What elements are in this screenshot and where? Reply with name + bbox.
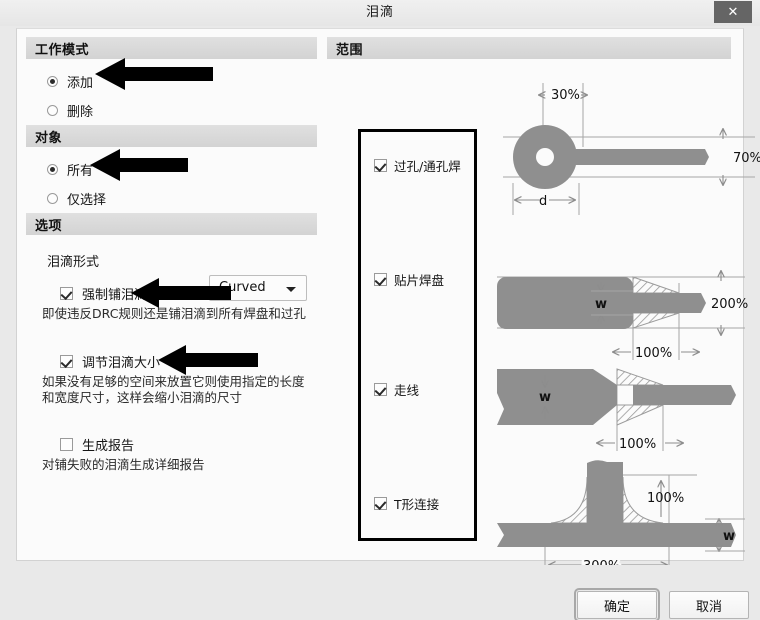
smd-right-label: 200%	[711, 297, 748, 312]
annotation-arrow-force-teardrops	[131, 278, 231, 308]
t-vertical-label: 100%	[647, 491, 684, 506]
via-bottom-label: d	[539, 194, 547, 209]
smd-pad-diagram: w 200% 100%	[497, 271, 748, 361]
t-junction-diagram: 100% 300% w	[497, 460, 745, 577]
section-header-options: 选项	[26, 213, 317, 235]
t-right-label: w	[723, 529, 735, 544]
checkbox-indicator[interactable]	[374, 497, 387, 510]
teardrop-dialog: 泪滴 ✕ 工作模式 添加 删除 对象 所有 仅选择 选项 泪滴形式 Curved…	[0, 0, 760, 620]
radio-object-selected-only[interactable]: 仅选择	[47, 189, 106, 208]
scope-checkbox-group: 过孔/通孔焊 贴片焊盘 走线 T形连接	[358, 129, 477, 541]
checkbox-indicator[interactable]	[60, 287, 73, 300]
annotation-arrow-all	[90, 149, 188, 181]
diagram-svg: 30% 70% d w 200% 100% w 100% 100% w	[497, 83, 760, 577]
teardrop-style-label: 泪滴形式	[47, 255, 100, 270]
checkbox-track[interactable]: 走线	[374, 380, 419, 399]
checkbox-generate-report[interactable]: 生成报告	[60, 435, 134, 454]
radio-indicator[interactable]	[47, 105, 58, 116]
checkbox-indicator[interactable]	[374, 273, 387, 286]
adjust-teardrop-size-description: 如果没有足够的空间来放置它则使用指定的长度和宽度尺寸，这样会缩小泪滴的尺寸	[42, 374, 305, 405]
radio-work-mode-add[interactable]: 添加	[47, 72, 93, 91]
chevron-down-icon[interactable]	[286, 287, 296, 292]
radio-object-all[interactable]: 所有	[47, 160, 93, 179]
via-diagram: 30% 70% d	[503, 83, 760, 215]
cancel-button[interactable]: 取消	[669, 591, 749, 619]
section-header-object: 对象	[26, 125, 317, 147]
track-diagram: w 100%	[497, 368, 736, 452]
annotation-arrow-add	[95, 58, 213, 90]
checkbox-t-junction[interactable]: T形连接	[374, 494, 439, 513]
smd-bottom-label: 100%	[635, 346, 672, 361]
checkbox-indicator[interactable]	[60, 438, 73, 451]
checkbox-indicator[interactable]	[60, 355, 73, 368]
window-title: 泪滴	[365, 5, 394, 20]
checkbox-via-through-hole[interactable]: 过孔/通孔焊	[374, 156, 461, 175]
section-header-scope: 范围	[327, 37, 731, 59]
radio-indicator[interactable]	[47, 76, 58, 87]
checkbox-adjust-teardrop-size[interactable]: 调节泪滴大小	[60, 352, 160, 371]
checkbox-indicator[interactable]	[374, 383, 387, 396]
generate-report-description: 对铺失败的泪滴生成详细报告	[42, 457, 205, 472]
title-bar: 泪滴 ✕	[0, 0, 760, 26]
annotation-arrow-adjust-size	[158, 345, 258, 375]
scope-diagrams: 30% 70% d w 200% 100% w 100% 100% w	[483, 65, 760, 577]
close-icon[interactable]: ✕	[714, 1, 752, 23]
dialog-content: 工作模式 添加 删除 对象 所有 仅选择 选项 泪滴形式 Curved 强制铺泪…	[16, 28, 760, 577]
via-top-label: 30%	[551, 88, 580, 103]
radio-indicator[interactable]	[47, 193, 58, 204]
radio-work-mode-remove[interactable]: 删除	[47, 101, 93, 120]
track-inner-label: w	[539, 390, 551, 405]
checkbox-indicator[interactable]	[374, 159, 387, 172]
smd-inner-label: w	[595, 297, 607, 312]
t-bottom-label: 300%	[583, 559, 620, 565]
radio-indicator[interactable]	[47, 164, 58, 175]
via-right-label: 70%	[733, 151, 760, 166]
checkbox-smd-pad[interactable]: 贴片焊盘	[374, 270, 444, 289]
track-bottom-label: 100%	[619, 437, 656, 452]
ok-button[interactable]: 确定	[574, 588, 660, 620]
